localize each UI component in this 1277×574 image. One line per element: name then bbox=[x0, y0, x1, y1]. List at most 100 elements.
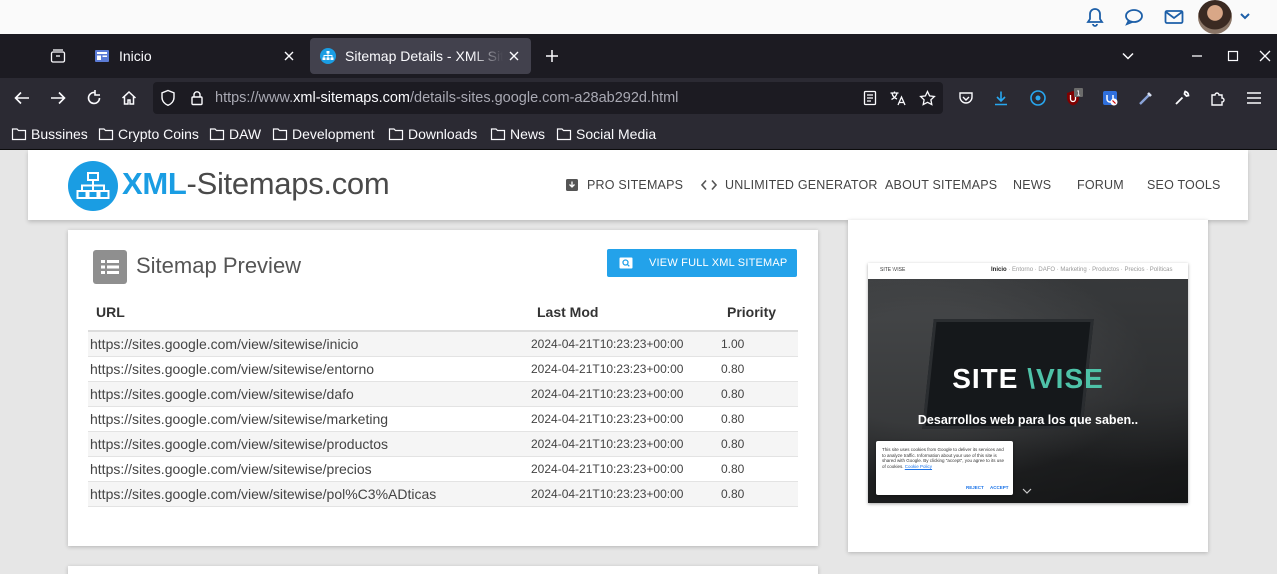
chevron-down-icon[interactable] bbox=[1236, 7, 1254, 25]
chat-bubble-icon[interactable] bbox=[1123, 6, 1145, 28]
table-row: https://sites.google.com/view/sitewise/d… bbox=[88, 382, 798, 407]
folder-icon bbox=[272, 128, 288, 141]
table-row: https://sites.google.com/view/sitewise/p… bbox=[88, 482, 798, 507]
folder-icon bbox=[490, 128, 506, 141]
menu-unlimited-generator[interactable]: UNLIMITED GENERATOR bbox=[701, 178, 878, 192]
translate-icon[interactable] bbox=[887, 87, 909, 109]
download-icon[interactable] bbox=[990, 87, 1012, 109]
shield-icon[interactable] bbox=[157, 87, 179, 109]
reload-icon[interactable] bbox=[83, 87, 105, 109]
reader-view-icon[interactable] bbox=[859, 87, 881, 109]
view-full-xml-sitemap-button[interactable]: VIEW FULL XML SITEMAP bbox=[607, 249, 797, 277]
priority-cell: 0.80 bbox=[721, 362, 745, 376]
os-top-bar bbox=[0, 0, 1277, 34]
button-label: VIEW FULL XML SITEMAP bbox=[649, 257, 788, 269]
bookmark-label: Crypto Coins bbox=[118, 126, 199, 142]
xml-sitemaps-icon bbox=[320, 48, 336, 64]
bookmark-folder-crypto-coins[interactable]: Crypto Coins bbox=[98, 125, 199, 143]
bookmark-label: Downloads bbox=[408, 126, 478, 142]
menu-about-sitemaps[interactable]: ABOUT SITEMAPS bbox=[885, 178, 997, 192]
menu-forum[interactable]: FORUM bbox=[1077, 178, 1124, 192]
bookmarks-toolbar: Bussines Crypto Coins DAW Development Do… bbox=[0, 118, 1277, 150]
forward-arrow-icon[interactable] bbox=[47, 87, 69, 109]
close-window-icon[interactable] bbox=[1254, 45, 1276, 67]
menu-label: SEO TOOLS bbox=[1147, 178, 1221, 192]
priority-cell: 0.80 bbox=[721, 437, 745, 451]
mail-icon[interactable] bbox=[1163, 6, 1185, 28]
maximize-icon[interactable] bbox=[1222, 45, 1244, 67]
bookmark-label: Social Media bbox=[576, 126, 657, 142]
bookmark-label: DAW bbox=[229, 126, 262, 142]
folder-icon bbox=[98, 128, 114, 141]
new-tab-icon[interactable] bbox=[541, 45, 563, 67]
bookmark-folder-development[interactable]: Development bbox=[272, 125, 375, 143]
site-logo-text[interactable]: XML-Sitemaps.com bbox=[122, 166, 390, 202]
blocker-extension-icon[interactable] bbox=[1099, 87, 1121, 109]
site-screenshot-thumbnail[interactable]: SITE \VISE Inicio · Entorno · DAFO · Mar… bbox=[868, 263, 1188, 503]
menu-news[interactable]: NEWS bbox=[1013, 178, 1051, 192]
table-row: https://sites.google.com/view/sitewise/i… bbox=[88, 332, 798, 357]
site-screenshot-card: SITE \VISE Inicio · Entorno · DAFO · Mar… bbox=[848, 220, 1208, 552]
menu-seo-tools[interactable]: SEO TOOLS bbox=[1147, 178, 1221, 192]
lock-icon[interactable] bbox=[186, 87, 208, 109]
url-cell[interactable]: https://sites.google.com/view/sitewise/p… bbox=[90, 436, 388, 452]
url-cell[interactable]: https://sites.google.com/view/sitewise/d… bbox=[90, 386, 354, 402]
bookmark-star-icon[interactable] bbox=[916, 87, 938, 109]
bell-icon[interactable] bbox=[1084, 6, 1106, 28]
priority-cell: 0.80 bbox=[721, 412, 745, 426]
bookmark-folder-news[interactable]: News bbox=[490, 125, 545, 143]
folder-icon bbox=[11, 128, 27, 141]
extensions-puzzle-icon[interactable] bbox=[1207, 87, 1229, 109]
bookmark-label: Bussines bbox=[31, 126, 88, 142]
ublock-icon[interactable]: 1 bbox=[1063, 87, 1085, 109]
tab-title: Inicio bbox=[119, 48, 152, 64]
firefox-view-icon[interactable] bbox=[46, 44, 70, 68]
tab-sitemap-details[interactable]: Sitemap Details - XML Sitemaps bbox=[310, 38, 531, 74]
url-cell[interactable]: https://sites.google.com/view/sitewise/p… bbox=[90, 486, 436, 502]
close-tab-icon[interactable] bbox=[278, 45, 300, 67]
eyedropper-icon[interactable] bbox=[1135, 87, 1157, 109]
close-tab-icon[interactable] bbox=[503, 45, 525, 67]
home-icon[interactable] bbox=[118, 87, 140, 109]
next-card-left bbox=[68, 566, 818, 574]
back-arrow-icon[interactable] bbox=[11, 87, 33, 109]
tab-inicio[interactable]: Inicio bbox=[84, 38, 306, 74]
bookmark-folder-bussines[interactable]: Bussines bbox=[11, 125, 88, 143]
circle-extension-icon[interactable] bbox=[1027, 87, 1049, 109]
url-cell[interactable]: https://sites.google.com/view/sitewise/p… bbox=[90, 461, 372, 477]
sitemap-logo-icon[interactable] bbox=[68, 161, 118, 211]
url-cell[interactable]: https://sites.google.com/view/sitewise/e… bbox=[90, 361, 374, 377]
menu-label: ABOUT SITEMAPS bbox=[885, 178, 998, 192]
hamburger-menu-icon[interactable] bbox=[1243, 87, 1265, 109]
logo-xml: XML bbox=[122, 166, 187, 201]
url-cell[interactable]: https://sites.google.com/view/sitewise/i… bbox=[90, 336, 358, 352]
thumbnail-link: Marketing bbox=[1060, 267, 1087, 273]
column-header-url[interactable]: URL bbox=[96, 304, 125, 320]
thumbnail-hero-title: SITE \VISE bbox=[868, 363, 1188, 395]
lastmod-cell: 2024-04-21T10:23:23+00:00 bbox=[531, 387, 684, 401]
menu-pro-sitemaps[interactable]: PRO SITEMAPS bbox=[565, 178, 683, 192]
thumbnail-link: Entorno bbox=[1012, 267, 1034, 273]
thumbnail-link: Precios bbox=[1124, 267, 1145, 273]
sitemap-preview-card: Sitemap Preview VIEW FULL XML SITEMAP UR… bbox=[68, 230, 818, 546]
bookmark-folder-daw[interactable]: DAW bbox=[209, 125, 261, 143]
avatar[interactable] bbox=[1198, 0, 1232, 34]
url-text[interactable]: https://www.xml-sitemaps.com/details-sit… bbox=[215, 90, 678, 106]
preview-title: Sitemap Preview bbox=[136, 253, 302, 278]
bookmark-folder-downloads[interactable]: Downloads bbox=[388, 125, 477, 143]
minimize-icon[interactable] bbox=[1186, 45, 1208, 67]
thumbnail-link: DAFO bbox=[1038, 267, 1056, 273]
url-bar[interactable]: https://www.xml-sitemaps.com/details-sit… bbox=[153, 82, 943, 114]
pocket-icon[interactable] bbox=[955, 87, 977, 109]
column-header-last-mod[interactable]: Last Mod bbox=[537, 304, 598, 320]
url-cell[interactable]: https://sites.google.com/view/sitewise/m… bbox=[90, 411, 388, 427]
thumbnail-navbar: SITE \VISE Inicio · Entorno · DAFO · Mar… bbox=[868, 263, 1188, 279]
wrench-icon[interactable] bbox=[1171, 87, 1193, 109]
column-header-priority[interactable]: Priority bbox=[727, 304, 776, 320]
bookmark-folder-social-media[interactable]: Social Media bbox=[556, 125, 656, 143]
thumbnail-link: Inicio bbox=[991, 267, 1007, 273]
download-box-icon bbox=[565, 178, 579, 192]
search-document-icon bbox=[619, 257, 633, 269]
menu-label: NEWS bbox=[1013, 178, 1052, 192]
list-all-tabs-icon[interactable] bbox=[1117, 45, 1139, 67]
